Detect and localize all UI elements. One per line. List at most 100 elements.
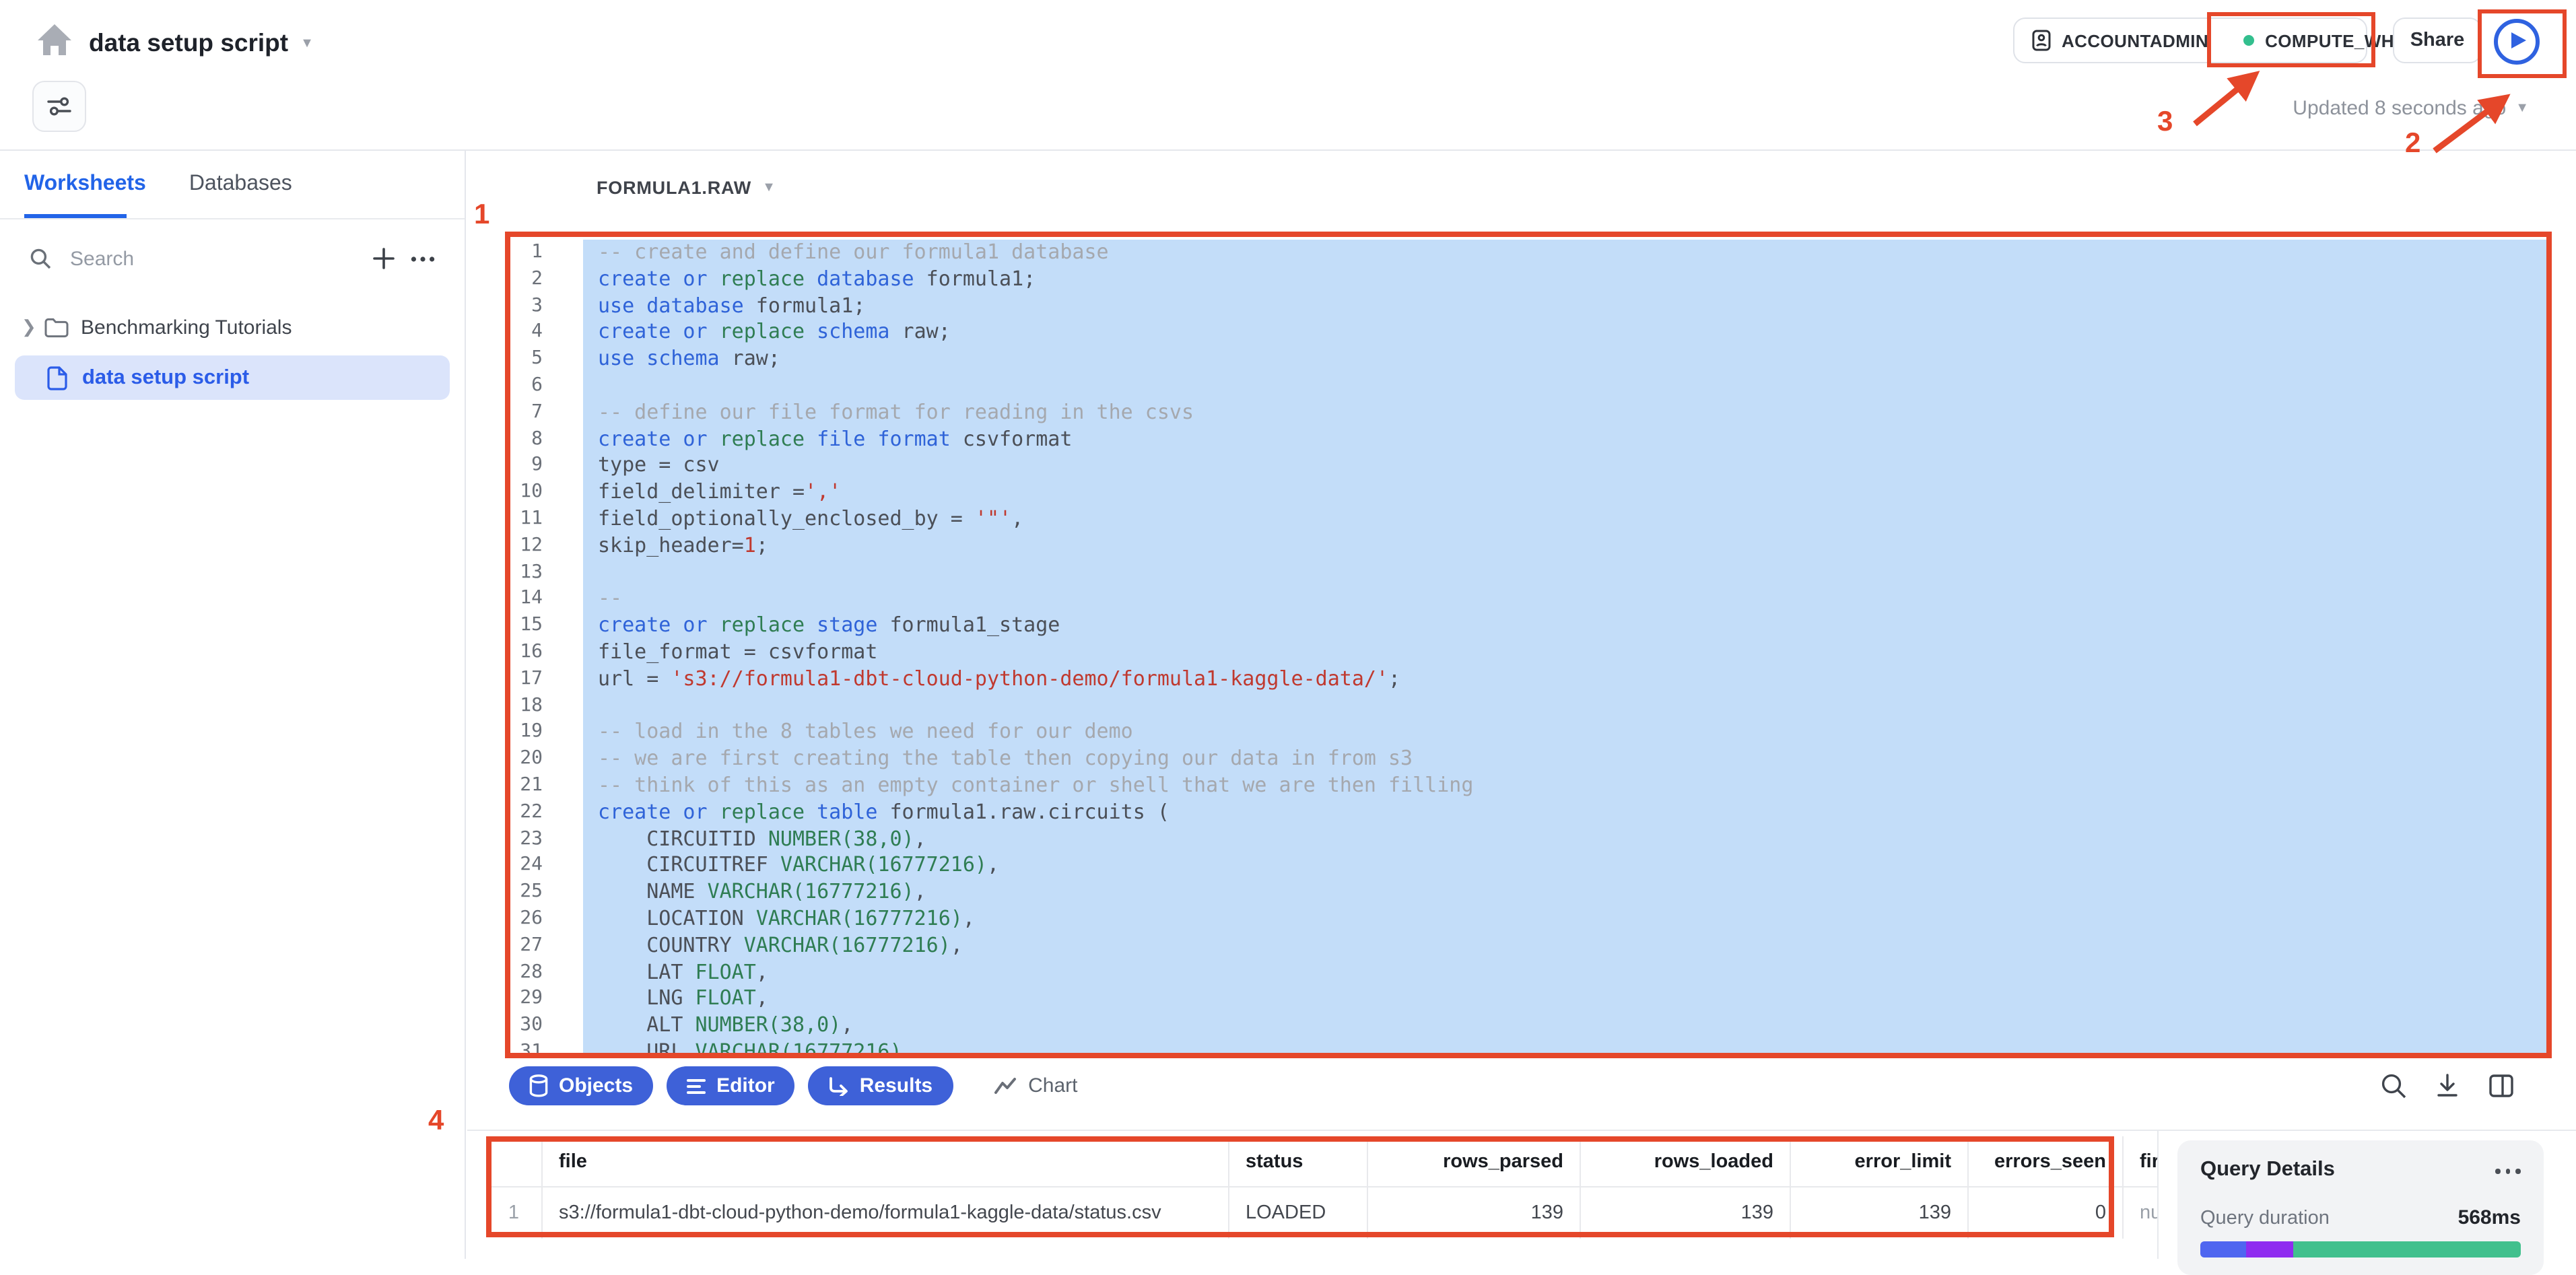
tree-item-worksheet-selected[interactable]: data setup script (15, 355, 450, 400)
search-results-button[interactable] (2381, 1073, 2406, 1099)
search-input[interactable] (67, 246, 357, 271)
column-header-status[interactable]: status (1229, 1136, 1368, 1186)
code-line[interactable]: 17url = 's3://formula1-dbt-cloud-python-… (510, 666, 2546, 693)
code-line[interactable]: 12skip_header=1; (510, 533, 2546, 560)
worksheet-tree: ❯ Benchmarking Tutorials data setup scri… (0, 308, 465, 400)
code-line[interactable]: 18 (510, 693, 2546, 720)
code-line[interactable]: 29 LNG FLOAT, (510, 986, 2546, 1013)
code-line[interactable]: 28 LAT FLOAT, (510, 959, 2546, 986)
code-lines: 1-- create and define our formula1 datab… (510, 240, 2546, 1058)
list-lines-icon (687, 1078, 706, 1094)
line-number: 5 (510, 346, 583, 373)
code-line[interactable]: 23 CIRCUITID NUMBER(38,0), (510, 826, 2546, 853)
query-panel-divider[interactable] (2157, 1131, 2159, 1259)
code-line[interactable]: 3use database formula1; (510, 293, 2546, 320)
chevron-right-icon: ❯ (22, 316, 32, 338)
code-text: URL VARCHAR(16777216), (583, 1039, 2546, 1058)
table-row: 1s3://formula1-dbt-cloud-python-demo/for… (486, 1187, 2157, 1239)
line-number: 26 (510, 906, 583, 933)
cell-file: s3://formula1-dbt-cloud-python-demo/form… (543, 1187, 1229, 1239)
caret-down-icon: ▼ (2515, 101, 2529, 116)
code-line[interactable]: 16file_format = csvformat (510, 640, 2546, 666)
updated-status-menu[interactable]: Updated 8 seconds ago ▼ (2293, 97, 2529, 120)
tree-item-folder[interactable]: ❯ Benchmarking Tutorials (0, 308, 465, 346)
column-header-rows_parsed[interactable]: rows_parsed (1368, 1136, 1581, 1186)
run-button[interactable] (2491, 18, 2542, 66)
code-text (583, 693, 2546, 720)
warehouse-selector[interactable]: COMPUTE_WH (2226, 19, 2412, 62)
code-line[interactable]: 20-- we are first creating the table the… (510, 746, 2546, 773)
column-header-rows_loaded[interactable]: rows_loaded (1581, 1136, 1791, 1186)
caret-down-icon: ▼ (300, 36, 314, 50)
line-number: 14 (510, 586, 583, 613)
column-header-first_error[interactable]: first_error (2124, 1136, 2157, 1186)
chart-toggle-button[interactable]: Chart (993, 1074, 1077, 1097)
line-number: 25 (510, 879, 583, 906)
code-line[interactable]: 6 (510, 373, 2546, 400)
code-line[interactable]: 22create or replace table formula1.raw.c… (510, 799, 2546, 826)
line-number: 4 (510, 320, 583, 347)
home-button[interactable] (32, 18, 75, 61)
line-number: 2 (510, 267, 583, 294)
tab-worksheets[interactable]: Worksheets (24, 172, 146, 197)
tab-databases[interactable]: Databases (189, 172, 292, 197)
objects-toggle-button[interactable]: Objects (509, 1066, 653, 1105)
code-line[interactable]: 27 COUNTRY VARCHAR(16777216), (510, 932, 2546, 959)
code-line[interactable]: 9type = csv (510, 453, 2546, 480)
code-text (583, 559, 2546, 586)
code-line[interactable]: 10field_delimiter =',' (510, 479, 2546, 506)
duration-bar-segment (2200, 1241, 2246, 1257)
editor-label: Editor (716, 1074, 775, 1097)
column-header-file[interactable]: file (543, 1136, 1229, 1186)
code-line[interactable]: 19-- load in the 8 tables we need for ou… (510, 720, 2546, 747)
code-line[interactable]: 7-- define our file format for reading i… (510, 400, 2546, 427)
worksheet-settings-button[interactable] (32, 81, 86, 132)
line-number: 24 (510, 853, 583, 880)
share-button[interactable]: Share (2393, 18, 2482, 63)
line-number: 9 (510, 453, 583, 480)
download-icon[interactable] (2435, 1073, 2460, 1099)
line-number: 27 (510, 932, 583, 959)
column-header-rownum (486, 1136, 543, 1186)
code-line[interactable]: 26 LOCATION VARCHAR(16777216), (510, 906, 2546, 933)
line-number: 10 (510, 479, 583, 506)
new-worksheet-button[interactable] (373, 248, 395, 269)
results-toggle-button[interactable]: Results (809, 1066, 953, 1105)
more-options-button[interactable] (411, 255, 435, 262)
code-line[interactable]: 2create or replace database formula1; (510, 267, 2546, 294)
code-line[interactable]: 24 CIRCUITREF VARCHAR(16777216), (510, 853, 2546, 880)
code-line[interactable]: 11field_optionally_enclosed_by = '"', (510, 506, 2546, 533)
code-line[interactable]: 13 (510, 559, 2546, 586)
code-text: LAT FLOAT, (583, 959, 2546, 986)
app-window: data setup script ▼ ACCOUNTADMIN (0, 0, 2576, 1259)
line-number: 29 (510, 986, 583, 1013)
code-line[interactable]: 15create or replace stage formula1_stage (510, 613, 2546, 640)
code-line[interactable]: 4create or replace schema raw; (510, 320, 2546, 347)
ellipsis-icon[interactable] (2495, 1166, 2521, 1173)
editor-toggle-button[interactable]: Editor (667, 1066, 795, 1105)
code-line[interactable]: 8create or replace file format csvformat (510, 426, 2546, 453)
code-text: CIRCUITID NUMBER(38,0), (583, 826, 2546, 853)
code-line[interactable]: 14-- (510, 586, 2546, 613)
code-text: -- (583, 586, 2546, 613)
top-header: data setup script ▼ ACCOUNTADMIN (0, 0, 2576, 151)
tree-item-label: data setup script (82, 366, 249, 390)
column-header-errors_seen[interactable]: errors_seen (1969, 1136, 2124, 1186)
cell-first_error: null (2124, 1187, 2157, 1239)
database-schema-selector[interactable]: FORMULA1.RAW ▼ (597, 178, 776, 198)
sidebar-search-row (0, 230, 465, 287)
worksheet-title-menu[interactable]: data setup script ▼ (89, 26, 314, 61)
line-number: 16 (510, 640, 583, 666)
column-header-error_limit[interactable]: error_limit (1791, 1136, 1969, 1186)
code-text: -- we are first creating the table then … (583, 746, 2546, 773)
role-selector[interactable]: ACCOUNTADMIN (2014, 19, 2226, 62)
code-line[interactable]: 5use schema raw; (510, 346, 2546, 373)
code-line[interactable]: 25 NAME VARCHAR(16777216), (510, 879, 2546, 906)
code-text: COUNTRY VARCHAR(16777216), (583, 932, 2546, 959)
code-line[interactable]: 31 URL VARCHAR(16777216), (510, 1039, 2546, 1058)
code-line[interactable]: 30 ALT NUMBER(38,0), (510, 1012, 2546, 1039)
code-line[interactable]: 21-- think of this as an empty container… (510, 773, 2546, 800)
split-view-icon[interactable] (2488, 1073, 2514, 1099)
sql-editor[interactable]: 1-- create and define our formula1 datab… (505, 232, 2552, 1058)
code-line[interactable]: 1-- create and define our formula1 datab… (510, 240, 2546, 267)
